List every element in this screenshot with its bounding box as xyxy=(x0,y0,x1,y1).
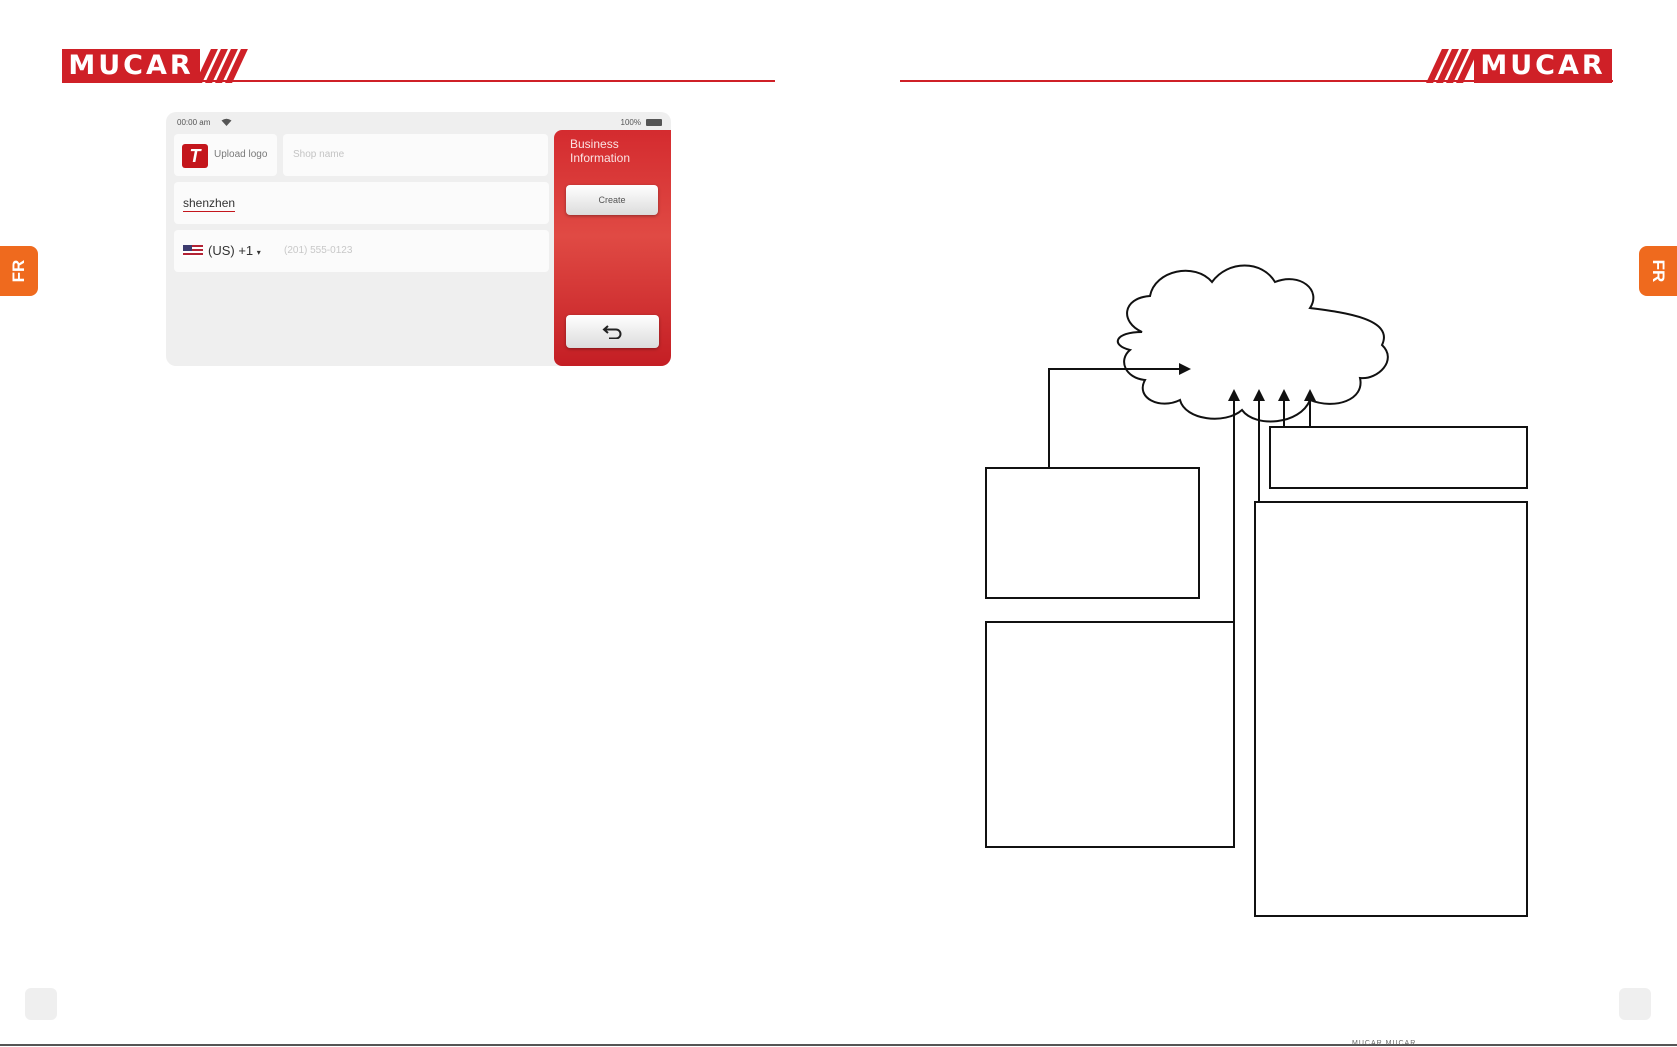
diagram-box xyxy=(985,621,1235,848)
page-number-left xyxy=(25,988,57,1020)
connector-arrow xyxy=(1199,389,1240,623)
diagram-box xyxy=(1254,501,1528,917)
cloud-shape xyxy=(1116,264,1389,423)
page-number-right xyxy=(1619,988,1651,1020)
footer-text: MUCAR MUCAR xyxy=(1352,1040,1417,1047)
footer-rule xyxy=(0,1044,1677,1046)
diagram-box xyxy=(985,467,1200,599)
diagram-box xyxy=(1269,426,1528,489)
network-diagram xyxy=(985,264,1528,917)
